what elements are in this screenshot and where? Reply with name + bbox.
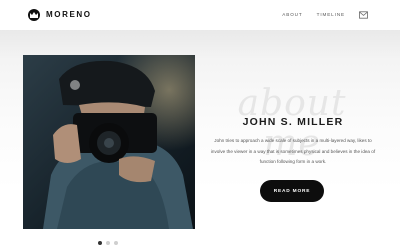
person-name: JOHN S. MILLER bbox=[242, 116, 344, 128]
profile-photo bbox=[23, 55, 195, 229]
top-header: MORENO ABOUT TIMELINE bbox=[0, 0, 400, 30]
bio-text: John tries to approach a wide scale of s… bbox=[210, 138, 376, 164]
carousel-dot-3[interactable] bbox=[114, 241, 118, 245]
carousel-dot-2[interactable] bbox=[106, 241, 110, 245]
carousel-dots bbox=[98, 241, 118, 245]
crown-icon bbox=[28, 9, 40, 21]
nav-link-timeline[interactable]: TIMELINE bbox=[317, 10, 345, 20]
nav-link-about[interactable]: ABOUT bbox=[282, 10, 302, 20]
envelope-icon[interactable] bbox=[359, 11, 368, 19]
brand-name: MORENO bbox=[46, 10, 92, 19]
brand-logo[interactable]: MORENO bbox=[28, 9, 92, 21]
read-more-button[interactable]: READ MORE bbox=[260, 180, 324, 202]
carousel-dot-1[interactable] bbox=[98, 241, 102, 245]
main-nav: ABOUT TIMELINE bbox=[282, 10, 368, 20]
